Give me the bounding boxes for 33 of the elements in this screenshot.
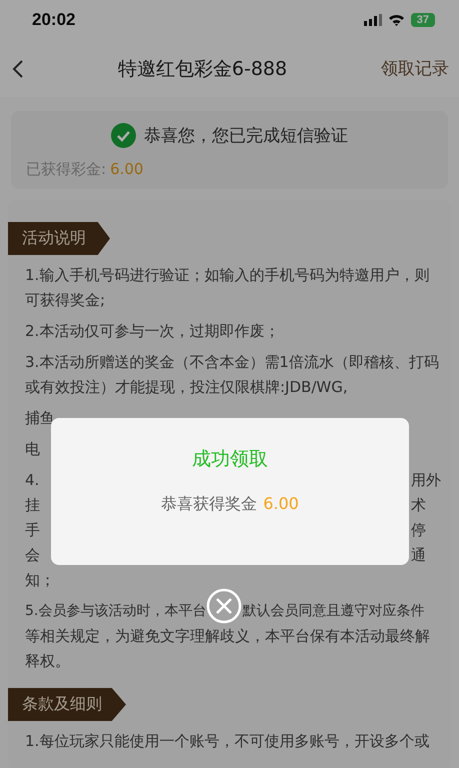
signal-icon: [364, 14, 382, 26]
rule-text: 挂: [25, 495, 40, 516]
rule-text: 停: [411, 520, 426, 541]
earned-amount: 6.00: [110, 160, 144, 179]
rule-text: 1.输入手机号码进行验证；如输入的手机号码为特邀用户，则可获得奖金;: [25, 266, 430, 309]
page-title: 特邀红包彩金6-888: [118, 56, 288, 82]
wifi-icon: [388, 14, 405, 26]
rule-text: 3.本活动所赠送的奖金（不含本金）需1倍流水（即稽核、打码或有效投注）才能提现，投注仅限棋牌:JDB/WG,: [25, 353, 439, 396]
battery-icon: 37: [410, 13, 435, 27]
rule-text: 默认会员同意且遵守对应条件: [242, 602, 424, 621]
section-ribbon: 活动说明: [8, 222, 110, 255]
rule-text: 电: [25, 440, 40, 458]
rule-text: 知；: [25, 570, 55, 591]
dialog-title: 成功领取: [192, 447, 268, 472]
rule-text: 2.本活动仅可参与一次，过期即作废；: [25, 322, 280, 340]
verify-message: 恭喜您，您已完成短信验证: [144, 125, 348, 147]
dialog-message: 恭喜获得奖金: [161, 494, 258, 515]
claim-history-link[interactable]: 领取记录: [381, 57, 449, 80]
status-time: 20:02: [32, 10, 76, 30]
rule-text: 术: [411, 495, 426, 516]
rule-text: 5.会员参与该活动时，本平台: [25, 602, 206, 621]
rule-text: 4.: [25, 470, 40, 491]
rule-text: 用外: [411, 470, 441, 491]
rule-text: 1.每位玩家只能使用一个账号，不可使用多账号，开设多个或: [25, 732, 430, 750]
rule-text: 通: [411, 545, 426, 566]
bonus-amount: 6.00: [263, 494, 299, 515]
check-icon: [111, 123, 136, 148]
close-icon[interactable]: [206, 588, 242, 624]
back-icon[interactable]: [12, 58, 24, 78]
rule-text: 手: [25, 520, 40, 541]
rule-text: 会: [25, 545, 40, 566]
section-ribbon: 条款及细则: [8, 688, 126, 721]
rule-text: 等相关规定，为避免文字理解歧义，本平台保有本活动最终解释权。: [25, 627, 430, 670]
